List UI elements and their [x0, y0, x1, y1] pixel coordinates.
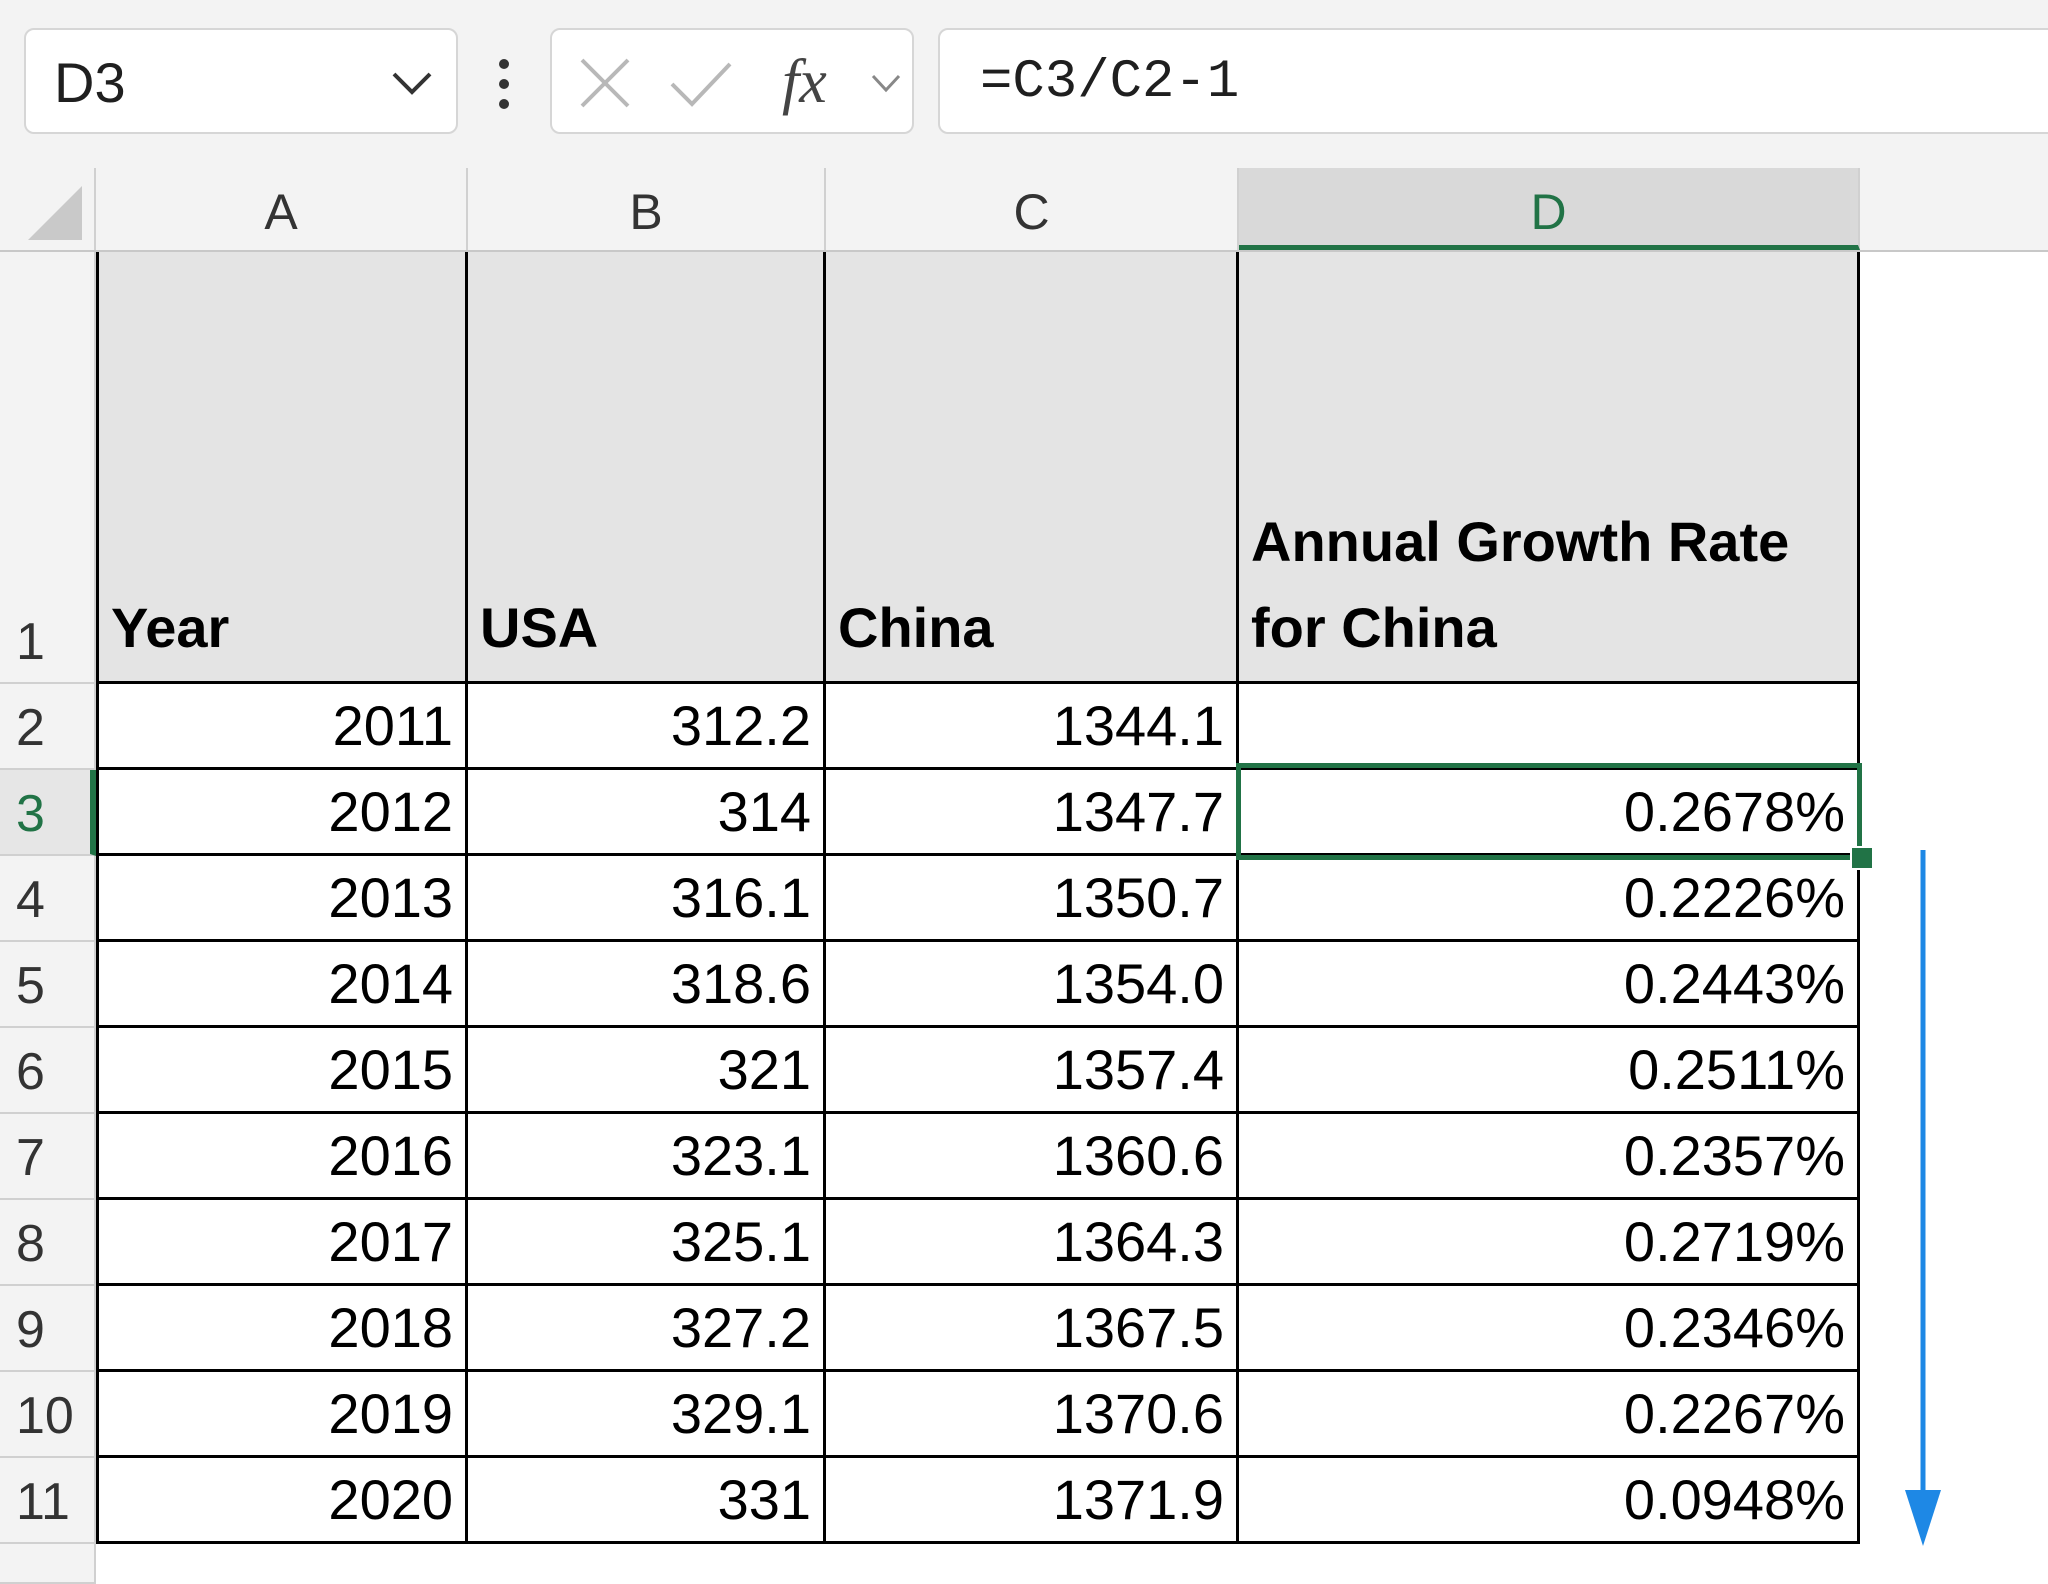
cell-b4[interactable]: 316.1 — [468, 856, 826, 942]
cell-d3[interactable]: 0.2678% — [1239, 770, 1860, 856]
cell-c6[interactable]: 1357.4 — [826, 1028, 1239, 1114]
fill-handle[interactable] — [1850, 846, 1874, 870]
cell-c10[interactable]: 1370.6 — [826, 1372, 1239, 1458]
row-header-8[interactable]: 8 — [0, 1200, 96, 1286]
row-header-2[interactable]: 2 — [0, 684, 96, 770]
chevron-down-icon[interactable] — [390, 68, 434, 98]
cell-a2[interactable]: 2011 — [99, 684, 468, 770]
cell-a3[interactable]: 2012 — [99, 770, 468, 856]
cell-b2[interactable]: 312.2 — [468, 684, 826, 770]
enter-check-icon[interactable] — [668, 58, 734, 110]
cell-d6[interactable]: 0.2511% — [1239, 1028, 1860, 1114]
more-options-icon[interactable] — [492, 56, 516, 112]
cell-a8[interactable]: 2017 — [99, 1200, 468, 1286]
column-headers: A B C D — [0, 168, 2048, 252]
formula-input[interactable]: =C3/C2-1 — [938, 28, 2048, 134]
cell-c9[interactable]: 1367.5 — [826, 1286, 1239, 1372]
column-header-b[interactable]: B — [468, 168, 826, 250]
column-header-a[interactable]: A — [96, 168, 468, 250]
name-box-value: D3 — [54, 51, 126, 114]
formula-toolbar: D3 fx =C3/C2-1 — [0, 0, 2048, 168]
formula-text: =C3/C2-1 — [980, 52, 1240, 113]
row-header-7[interactable]: 7 — [0, 1114, 96, 1200]
cell-a10[interactable]: 2019 — [99, 1372, 468, 1458]
row-header-11[interactable]: 11 — [0, 1458, 96, 1544]
row-header-3[interactable]: 3 — [0, 770, 96, 856]
fill-down-arrow-icon — [1905, 850, 1941, 1546]
cell-a4[interactable]: 2013 — [99, 856, 468, 942]
select-all-button[interactable] — [0, 168, 96, 250]
cell-b11[interactable]: 331 — [468, 1458, 826, 1544]
cell-c1[interactable]: China — [826, 252, 1239, 684]
cell-b7[interactable]: 323.1 — [468, 1114, 826, 1200]
cell-b9[interactable]: 327.2 — [468, 1286, 826, 1372]
cell-d7[interactable]: 0.2357% — [1239, 1114, 1860, 1200]
column-header-d[interactable]: D — [1239, 168, 1860, 250]
chevron-down-icon[interactable] — [870, 72, 902, 94]
cell-b8[interactable]: 325.1 — [468, 1200, 826, 1286]
cell-b3[interactable]: 314 — [468, 770, 826, 856]
row-header-10[interactable]: 10 — [0, 1372, 96, 1458]
row-header-6[interactable]: 6 — [0, 1028, 96, 1114]
cell-d2[interactable] — [1239, 684, 1860, 770]
cancel-icon[interactable] — [578, 56, 632, 110]
cell-b6[interactable]: 321 — [468, 1028, 826, 1114]
cell-c7[interactable]: 1360.6 — [826, 1114, 1239, 1200]
column-header-c[interactable]: C — [826, 168, 1239, 250]
cell-a7[interactable]: 2016 — [99, 1114, 468, 1200]
cell-b10[interactable]: 329.1 — [468, 1372, 826, 1458]
cell-c8[interactable]: 1364.3 — [826, 1200, 1239, 1286]
cell-d11[interactable]: 0.0948% — [1239, 1458, 1860, 1544]
name-box[interactable]: D3 — [24, 28, 458, 134]
cell-b1[interactable]: USA — [468, 252, 826, 684]
row-header-12[interactable] — [0, 1544, 96, 1584]
insert-function-button[interactable]: fx — [782, 30, 827, 134]
cell-b5[interactable]: 318.6 — [468, 942, 826, 1028]
cell-d5[interactable]: 0.2443% — [1239, 942, 1860, 1028]
cell-d9[interactable]: 0.2346% — [1239, 1286, 1860, 1372]
cell-c11[interactable]: 1371.9 — [826, 1458, 1239, 1544]
row-header-4[interactable]: 4 — [0, 856, 96, 942]
select-all-triangle-icon — [28, 186, 82, 240]
cell-d8[interactable]: 0.2719% — [1239, 1200, 1860, 1286]
cell-a5[interactable]: 2014 — [99, 942, 468, 1028]
formula-actions: fx — [550, 28, 914, 134]
row-header-9[interactable]: 9 — [0, 1286, 96, 1372]
cell-a11[interactable]: 2020 — [99, 1458, 468, 1544]
cell-d4[interactable]: 0.2226% — [1239, 856, 1860, 942]
cell-c4[interactable]: 1350.7 — [826, 856, 1239, 942]
cell-c2[interactable]: 1344.1 — [826, 684, 1239, 770]
cell-a1[interactable]: Year — [99, 252, 468, 684]
row-header-5[interactable]: 5 — [0, 942, 96, 1028]
cell-c5[interactable]: 1354.0 — [826, 942, 1239, 1028]
cell-a6[interactable]: 2015 — [99, 1028, 468, 1114]
cell-d10[interactable]: 0.2267% — [1239, 1372, 1860, 1458]
cell-d1[interactable]: Annual Growth Rate for China — [1239, 252, 1860, 684]
row-header-1[interactable]: 1 — [0, 252, 96, 684]
cell-a9[interactable]: 2018 — [99, 1286, 468, 1372]
cell-c3[interactable]: 1347.7 — [826, 770, 1239, 856]
